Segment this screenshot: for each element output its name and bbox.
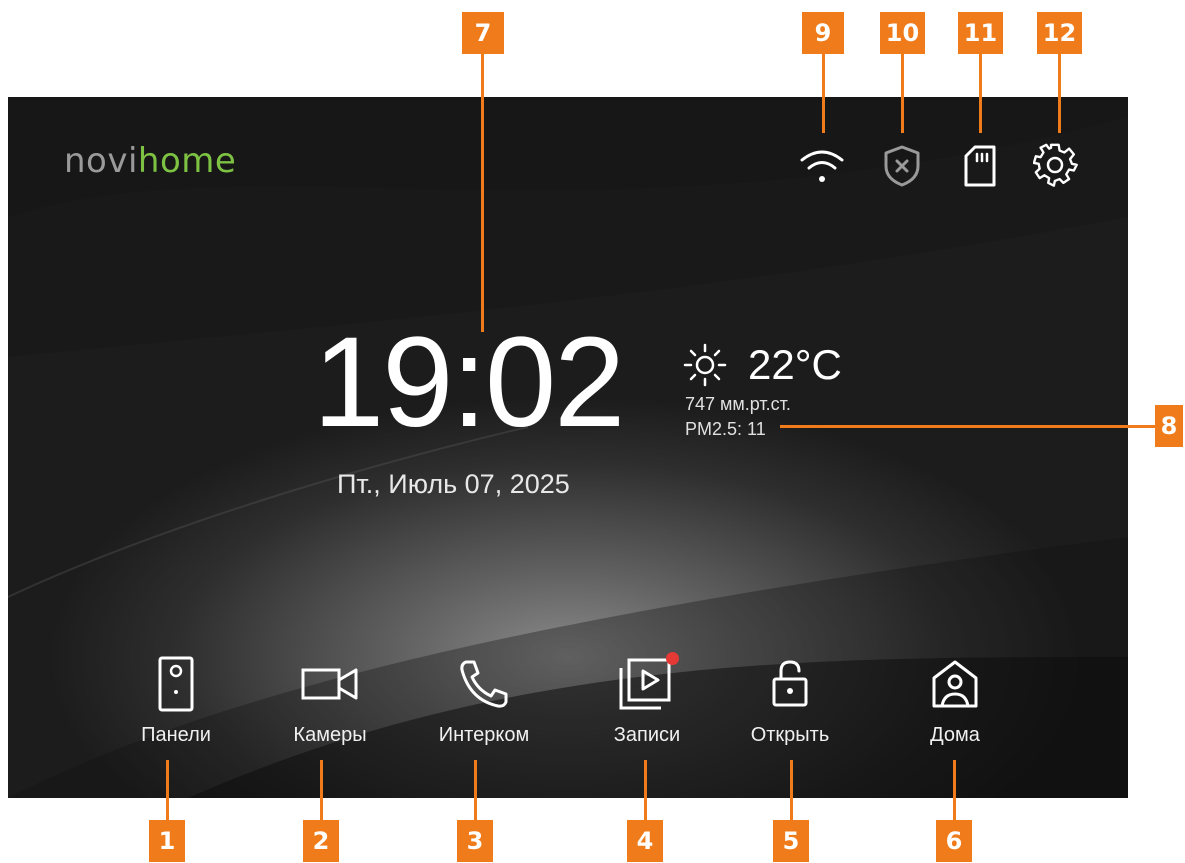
callout-line-3 bbox=[474, 760, 477, 820]
callout-line-9 bbox=[822, 50, 825, 133]
callout-10: 10 bbox=[880, 12, 925, 54]
gear-icon[interactable] bbox=[1031, 141, 1081, 191]
callout-9: 9 bbox=[802, 12, 844, 54]
notification-badge bbox=[666, 652, 679, 665]
callout-line-10 bbox=[901, 50, 904, 133]
wifi-icon[interactable] bbox=[797, 141, 847, 191]
callout-line-2 bbox=[320, 760, 323, 820]
logo-part-1: novi bbox=[64, 141, 138, 181]
callout-line-8 bbox=[780, 425, 1158, 428]
nav-panels[interactable]: Панели bbox=[106, 652, 246, 747]
callout-7: 7 bbox=[462, 12, 504, 54]
nav-intercom[interactable]: Интерком bbox=[414, 652, 554, 747]
callout-12: 12 bbox=[1037, 12, 1082, 54]
nav-home[interactable]: Дома bbox=[885, 652, 1025, 747]
home-user-icon bbox=[930, 652, 980, 716]
temperature: 22°C bbox=[748, 341, 842, 388]
callout-8: 8 bbox=[1155, 405, 1183, 447]
callout-2: 2 bbox=[303, 820, 339, 862]
callout-line-5 bbox=[790, 760, 793, 820]
device-screen: novihome 19:02 Пт., Июль 07, 2025 22°C 7… bbox=[8, 97, 1128, 798]
camera-icon bbox=[300, 652, 360, 716]
pressure: 747 мм.рт.ст. bbox=[685, 394, 791, 414]
callout-line-11 bbox=[979, 50, 982, 133]
logo-part-2: home bbox=[137, 141, 237, 181]
nav-label: Камеры bbox=[293, 724, 367, 746]
pm25: PM2.5: 11 bbox=[685, 419, 766, 439]
callout-3: 3 bbox=[457, 820, 493, 862]
unlock-icon bbox=[770, 652, 810, 716]
phone-icon bbox=[458, 652, 510, 716]
panel-icon bbox=[156, 652, 196, 716]
shield-x-icon[interactable] bbox=[877, 141, 927, 191]
clock-time: 19:02 bbox=[313, 311, 625, 454]
callout-5: 5 bbox=[773, 820, 809, 862]
sun-icon bbox=[683, 343, 727, 387]
callout-1: 1 bbox=[149, 820, 185, 862]
callout-11: 11 bbox=[958, 12, 1003, 54]
callout-6: 6 bbox=[936, 820, 972, 862]
callout-line-7 bbox=[481, 50, 484, 332]
nav-label: Записи bbox=[613, 724, 681, 746]
nav-label: Открыть bbox=[750, 724, 830, 746]
callout-line-1 bbox=[166, 760, 169, 820]
sd-card-icon[interactable] bbox=[955, 141, 1005, 191]
nav-cameras[interactable]: Камеры bbox=[260, 652, 400, 747]
recordings-icon bbox=[617, 652, 679, 716]
nav-label: Панели bbox=[141, 724, 211, 746]
novihome-logo: novihome bbox=[64, 141, 236, 181]
nav-label: Дома bbox=[930, 724, 980, 746]
nav-label: Интерком bbox=[438, 724, 530, 746]
nav-open[interactable]: Открыть bbox=[720, 652, 860, 747]
clock-date: Пт., Июль 07, 2025 bbox=[337, 469, 570, 499]
callout-4: 4 bbox=[627, 820, 663, 862]
callout-line-6 bbox=[953, 760, 956, 820]
callout-line-12 bbox=[1058, 50, 1061, 133]
nav-recordings[interactable]: Записи bbox=[577, 652, 717, 747]
callout-line-4 bbox=[644, 760, 647, 820]
